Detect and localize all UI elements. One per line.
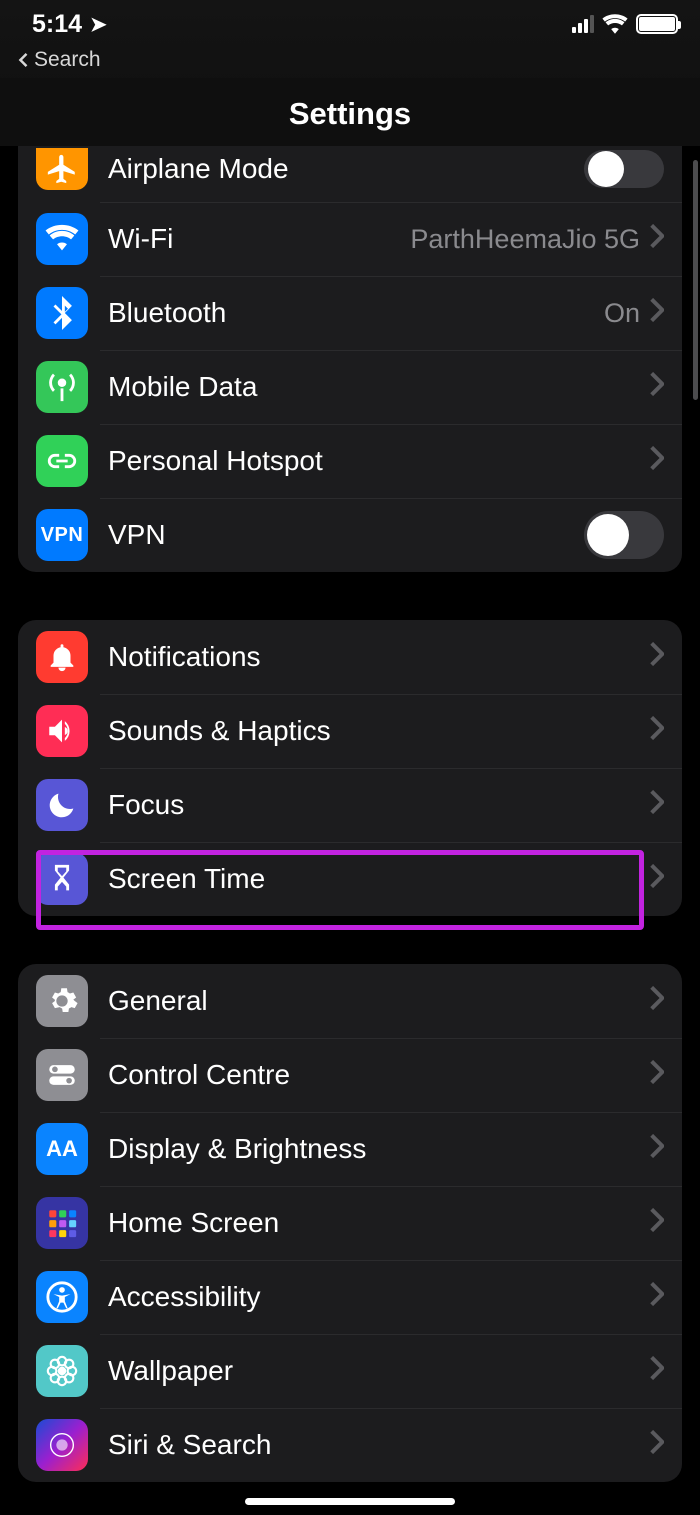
bluetooth-row[interactable]: Bluetooth On [18, 276, 682, 350]
wifi-value: ParthHeemaJio 5G [410, 224, 640, 255]
antenna-icon [36, 361, 88, 413]
control-centre-row[interactable]: Control Centre [18, 1038, 682, 1112]
moon-icon [36, 779, 88, 831]
hotspot-label: Personal Hotspot [108, 445, 650, 477]
screen-time-row[interactable]: Screen Time [18, 842, 682, 916]
chevron-icon [650, 224, 664, 255]
status-bar: 5:14 ➤ [0, 0, 700, 48]
vpn-row[interactable]: VPN VPN [18, 498, 682, 572]
focus-row[interactable]: Focus [18, 768, 682, 842]
battery-icon [636, 14, 678, 34]
speaker-icon [36, 705, 88, 757]
display-label: Display & Brightness [108, 1133, 650, 1165]
vpn-label: VPN [108, 519, 584, 551]
scroll-indicator[interactable] [693, 160, 698, 400]
airplane-toggle[interactable] [584, 150, 664, 188]
chevron-icon [650, 1208, 664, 1239]
hotspot-row[interactable]: Personal Hotspot [18, 424, 682, 498]
chevron-icon [650, 1134, 664, 1165]
chevron-icon [650, 790, 664, 821]
back-label: Search [34, 48, 101, 72]
app-grid-icon [36, 1197, 88, 1249]
chevron-icon [650, 986, 664, 1017]
chevron-icon [650, 1356, 664, 1387]
back-to-search[interactable]: Search [0, 48, 700, 78]
bluetooth-icon [36, 287, 88, 339]
general-group: General Control Centre AA Display & Brig… [18, 964, 682, 1482]
chevron-icon [650, 716, 664, 747]
page-title: Settings [0, 78, 700, 146]
accessibility-label: Accessibility [108, 1281, 650, 1313]
accessibility-row[interactable]: Accessibility [18, 1260, 682, 1334]
control-centre-label: Control Centre [108, 1059, 650, 1091]
airplane-icon [36, 148, 88, 190]
notifications-group: Notifications Sounds & Haptics Focus Scr… [18, 620, 682, 916]
airplane-mode-row[interactable]: Airplane Mode [18, 146, 682, 202]
focus-label: Focus [108, 789, 650, 821]
wallpaper-row[interactable]: Wallpaper [18, 1334, 682, 1408]
chevron-icon [650, 1282, 664, 1313]
screen-time-label: Screen Time [108, 863, 650, 895]
general-row[interactable]: General [18, 964, 682, 1038]
status-time: 5:14 [32, 10, 82, 39]
chevron-icon [650, 642, 664, 673]
general-label: General [108, 985, 650, 1017]
bluetooth-label: Bluetooth [108, 297, 604, 329]
notifications-label: Notifications [108, 641, 650, 673]
wifi-row[interactable]: Wi-Fi ParthHeemaJio 5G [18, 202, 682, 276]
cellular-icon [572, 15, 594, 33]
chevron-icon [650, 864, 664, 895]
wallpaper-label: Wallpaper [108, 1355, 650, 1387]
vpn-toggle[interactable] [584, 511, 664, 559]
chevron-icon [650, 1060, 664, 1091]
mobile-data-row[interactable]: Mobile Data [18, 350, 682, 424]
connectivity-group: Airplane Mode Wi-Fi ParthHeemaJio 5G Blu… [18, 146, 682, 572]
chevron-icon [650, 372, 664, 403]
bluetooth-value: On [604, 298, 640, 329]
flower-icon [36, 1345, 88, 1397]
sounds-row[interactable]: Sounds & Haptics [18, 694, 682, 768]
chevron-icon [650, 446, 664, 477]
wifi-status-icon [602, 14, 628, 34]
sounds-label: Sounds & Haptics [108, 715, 650, 747]
home-screen-row[interactable]: Home Screen [18, 1186, 682, 1260]
notifications-row[interactable]: Notifications [18, 620, 682, 694]
gear-icon [36, 975, 88, 1027]
chevron-icon [650, 298, 664, 329]
text-size-icon: AA [36, 1123, 88, 1175]
siri-label: Siri & Search [108, 1429, 650, 1461]
siri-icon [36, 1419, 88, 1471]
vpn-icon: VPN [36, 509, 88, 561]
home-indicator[interactable] [245, 1498, 455, 1505]
mobile-data-label: Mobile Data [108, 371, 650, 403]
link-icon [36, 435, 88, 487]
hourglass-icon [36, 853, 88, 905]
wifi-label: Wi-Fi [108, 223, 410, 255]
home-screen-label: Home Screen [108, 1207, 650, 1239]
wifi-icon [36, 213, 88, 265]
display-row[interactable]: AA Display & Brightness [18, 1112, 682, 1186]
accessibility-icon [36, 1271, 88, 1323]
bell-icon [36, 631, 88, 683]
chevron-icon [650, 1430, 664, 1461]
toggles-icon [36, 1049, 88, 1101]
siri-row[interactable]: Siri & Search [18, 1408, 682, 1482]
back-chevron-icon [16, 53, 30, 67]
airplane-label: Airplane Mode [108, 153, 584, 185]
location-arrow-icon: ➤ [90, 12, 107, 37]
